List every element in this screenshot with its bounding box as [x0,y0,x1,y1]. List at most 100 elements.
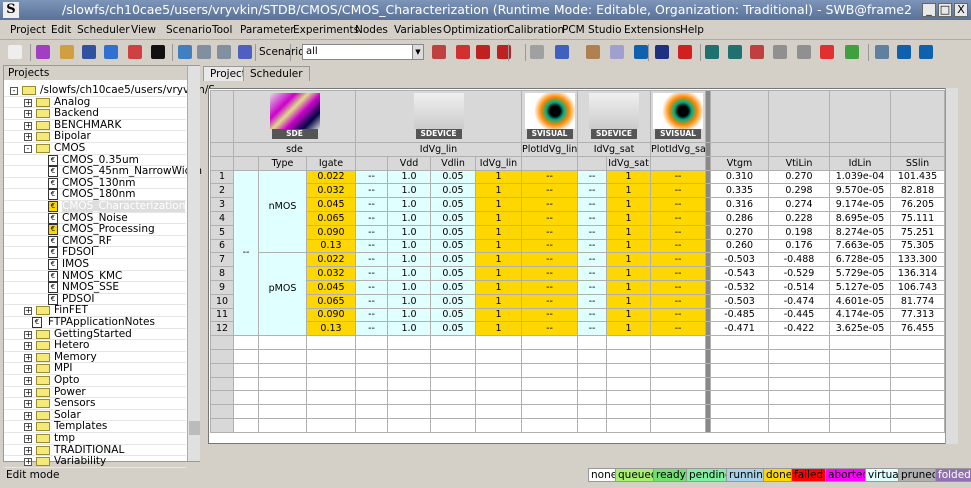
experiment-row[interactable]: 9 0.045 -- 1.0 0.05 1 -- -- 1 -- -0.532 -0.514 5.127… [210,279,945,295]
menu-calibration[interactable]: Calibration [507,24,564,36]
history-icon[interactable] [36,45,50,59]
row-number[interactable]: 11 [210,307,234,323]
vtgm-value[interactable]: -0.503 [710,293,769,309]
c4-value[interactable]: -- [355,224,388,240]
row-number[interactable]: 10 [210,293,234,309]
sdevice-icon[interactable]: SDEVICE [589,93,639,139]
parameter-header[interactable]: Type [258,155,307,171]
vdlin-value[interactable]: 0.05 [430,293,476,309]
menu-help[interactable]: Help [680,24,704,36]
experiment-row[interactable]: 11 0.090 -- 1.0 0.05 1 -- -- 1 -- -0.485 -0.445 4.17… [210,307,945,323]
tool-cell[interactable]: SDE [233,90,356,143]
idvgsat-value[interactable]: 1 [606,279,651,295]
sslin-value[interactable]: 106.743 [890,279,945,295]
step-name[interactable]: PlotIdVg_sat [650,142,706,157]
c4-value[interactable]: -- [355,238,388,254]
experiment-row[interactable]: 7 pMOS 0.022 -- 1.0 0.05 1 -- -- 1 -- -0.503 -0.488 6… [210,252,945,337]
vdd-value[interactable]: 1.0 [387,197,431,212]
plotsat-value[interactable]: -- [650,321,706,337]
tree-item-memory[interactable]: + Memory [4,351,186,364]
vdlin-value[interactable]: 0.05 [430,169,476,185]
tree-item-benchmark[interactable]: + BENCHMARK [4,119,186,132]
c4-value[interactable]: -- [355,197,388,212]
idlin-value[interactable]: 4.601e-05 [829,293,891,309]
expand-icon[interactable]: + [24,365,32,374]
tree-item-cmos-characterization[interactable]: € CMOS_Characterization [4,201,186,213]
vtgm-value[interactable]: 0.260 [710,238,769,254]
vdd-value[interactable]: 1.0 [387,266,431,281]
vtilin-value[interactable]: -0.474 [768,293,830,309]
menu-scheduler[interactable]: Scheduler [77,24,130,36]
run-icon[interactable] [655,45,669,59]
row-number[interactable]: 5 [210,224,234,240]
vtgm-value[interactable]: 0.286 [710,210,769,226]
table-scrollbar[interactable] [945,88,958,444]
tree-item-sensors[interactable]: + Sensors [4,398,186,410]
vdd-value[interactable]: 1.0 [387,169,431,185]
sslin-value[interactable]: 133.300 [890,252,945,268]
idvgsat-value[interactable]: 1 [606,307,651,323]
vtilin-value[interactable]: 0.198 [768,224,830,240]
plotsat-value[interactable]: -- [650,169,706,185]
c4-value[interactable]: -- [355,252,388,268]
vdlin-value[interactable]: 0.05 [430,321,476,337]
vdlin-value[interactable]: 0.05 [430,210,476,226]
menu-variables[interactable]: Variables [394,24,442,36]
sslin-value[interactable]: 81.774 [890,293,945,309]
sslin-value[interactable]: 76.455 [890,321,945,337]
svisual-icon[interactable]: SVISUAL [653,93,703,139]
idvglin-value[interactable]: 1 [475,224,522,240]
new-icon[interactable] [8,45,22,59]
row-number[interactable]: 6 [210,238,234,254]
idvglin-value[interactable]: 1 [475,238,522,254]
row-number[interactable]: 7 [210,252,234,268]
menu-pcm-studio[interactable]: PCM Studio [562,24,622,36]
idvgsat-value[interactable]: 1 [606,197,651,212]
igate-value[interactable]: 0.13 [306,238,356,254]
igate-value[interactable]: 0.090 [306,224,356,240]
idlin-value[interactable]: 9.570e-05 [829,183,891,199]
tool-cell[interactable]: SVISUAL [521,90,578,143]
zoom-out-icon[interactable] [728,45,742,59]
parameter-header[interactable]: IdVg_sat [606,155,651,171]
load-icon[interactable] [845,45,859,59]
tree-item-cmos[interactable]: - CMOS [4,143,186,155]
menu-extensions[interactable]: Extensions [624,24,681,36]
c9-value[interactable]: -- [577,197,607,212]
sslin-value[interactable]: 136.314 [890,266,945,281]
vtilin-value[interactable]: 0.298 [768,183,830,199]
idvgsat-value[interactable]: 1 [606,238,651,254]
expand-icon[interactable]: + [24,342,32,351]
vdd-value[interactable]: 1.0 [387,321,431,337]
c9-value[interactable]: -- [577,238,607,254]
tree-item-bipolar[interactable]: + Bipolar [4,131,186,143]
c9-value[interactable]: -- [577,293,607,309]
row-number[interactable]: 9 [210,279,234,295]
c9-value[interactable]: -- [577,321,607,337]
igate-value[interactable]: 0.032 [306,183,356,199]
view-icon[interactable] [555,45,569,59]
expand-icon[interactable]: + [24,98,32,107]
tool-cell[interactable]: SDEVICE [355,90,522,143]
idvglin-value[interactable]: 1 [475,210,522,226]
parameter-header[interactable] [521,155,578,171]
expand-icon[interactable]: + [24,110,32,119]
stop-icon[interactable] [678,45,692,59]
experiment-row[interactable]: 10 0.065 -- 1.0 0.05 1 -- -- 1 -- -0.503 -0.474 4.60… [210,293,945,309]
idvgsat-value[interactable]: 1 [606,183,651,199]
idvgsat-value[interactable]: 1 [606,169,651,185]
c9-value[interactable]: -- [577,307,607,323]
idvglin-value[interactable]: 1 [475,169,522,185]
plotlin-value[interactable]: -- [521,321,578,337]
plotsat-value[interactable]: -- [650,224,706,240]
igate-value[interactable]: 0.065 [306,293,356,309]
tree-item-fdsoi[interactable]: € FDSOI [4,247,186,259]
remove-parameter-icon[interactable] [456,45,470,59]
vtilin-value[interactable]: 0.176 [768,238,830,254]
tree-item-ftpapplicationnotes[interactable]: € FTPApplicationNotes [4,317,186,329]
plotlin-value[interactable]: -- [521,183,578,199]
idvglin-value[interactable]: 1 [475,197,522,212]
parameter-header[interactable]: Vdlin [430,155,476,171]
tool-cell[interactable]: SVISUAL [650,90,706,143]
minimize-button[interactable]: _ [922,3,936,17]
